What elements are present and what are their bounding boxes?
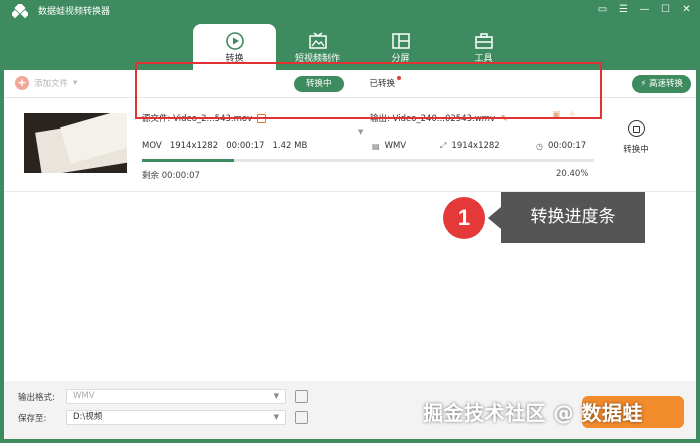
callout-number: 1	[443, 197, 485, 239]
tv-icon	[308, 32, 327, 49]
progress-percent: 20.40%	[556, 169, 589, 179]
progress-highlight-box	[135, 62, 602, 119]
title-bar: 数据蛙视频转换器 ▭ ☰ — ☐ ✕ 转换 短视频制作 分屏 工具	[0, 0, 700, 70]
source-resolution: 1914x1282	[169, 141, 219, 151]
video-thumbnail[interactable]	[24, 113, 127, 173]
chevron-down-icon: ▼	[273, 392, 279, 400]
callout-arrow	[488, 207, 501, 229]
output-duration: ◷ 00:00:17	[536, 141, 586, 151]
close-icon[interactable]: ✕	[679, 2, 694, 17]
film-icon: ▤	[372, 141, 380, 151]
source-format: MOV	[142, 141, 162, 151]
app-logo-icon	[12, 4, 28, 19]
plus-icon: +	[15, 76, 29, 90]
output-resolution-value: 1914x1282	[451, 141, 500, 151]
output-format: ▤ WMV	[372, 141, 406, 151]
progress-bar	[142, 159, 594, 162]
format-settings-icon[interactable]	[295, 390, 308, 403]
feedback-icon[interactable]: ▭	[595, 2, 610, 17]
stop-icon	[627, 120, 645, 137]
add-file-label: 添加文件	[34, 79, 69, 89]
maximize-icon[interactable]: ☐	[658, 2, 673, 17]
watermark: 掘金技术社区 @ 数据蛙	[423, 401, 643, 425]
stop-convert-button[interactable]: 转换中	[616, 120, 656, 155]
callout-label: 转换进度条	[501, 192, 645, 243]
output-format-value: WMV	[384, 141, 407, 151]
save-path-select[interactable]: D:\视频 ▼	[66, 410, 286, 425]
chevron-down-icon[interactable]: ▼	[358, 128, 363, 136]
source-duration: 00:00:17	[226, 141, 265, 151]
folder-icon[interactable]	[295, 411, 308, 424]
expand-icon: ⤢	[440, 141, 447, 150]
source-size: 1.42 MB	[272, 141, 308, 151]
app-title: 数据蛙视频转换器	[38, 7, 111, 17]
output-format-label: 输出格式:	[18, 393, 55, 403]
save-to-label: 保存至:	[18, 414, 47, 424]
minimize-icon[interactable]: —	[637, 2, 652, 17]
output-duration-value: 00:00:17	[547, 141, 587, 151]
output-format-select-value: WMV	[73, 391, 95, 401]
chevron-down-icon[interactable]: ▾	[73, 78, 77, 88]
high-speed-button[interactable]: ⚡ 高速转换	[632, 75, 691, 93]
remaining-label: 剩余	[142, 171, 160, 181]
chevron-down-icon: ▼	[273, 413, 279, 421]
source-info: MOV 1914x1282 00:00:17 1.42 MB	[142, 141, 307, 151]
lightning-icon: ⚡	[640, 79, 647, 89]
toolbox-icon	[474, 33, 493, 49]
output-format-select[interactable]: WMV ▼	[66, 389, 286, 404]
progress-fill	[142, 159, 235, 162]
add-file-button[interactable]: + 添加文件 ▾	[15, 76, 77, 90]
remaining-value: 00:00:07	[161, 171, 200, 181]
convert-status-label: 转换中	[623, 145, 649, 155]
remaining-time: 剩余 00:00:07	[142, 169, 200, 181]
menu-icon[interactable]: ☰	[616, 2, 631, 17]
convert-icon	[225, 32, 244, 50]
high-speed-label: 高速转换	[648, 79, 683, 89]
split-screen-icon	[391, 33, 410, 49]
clock-icon: ◷	[536, 141, 543, 151]
output-resolution: ⤢ 1914x1282	[440, 141, 500, 151]
save-path-value: D:\视频	[73, 412, 103, 422]
